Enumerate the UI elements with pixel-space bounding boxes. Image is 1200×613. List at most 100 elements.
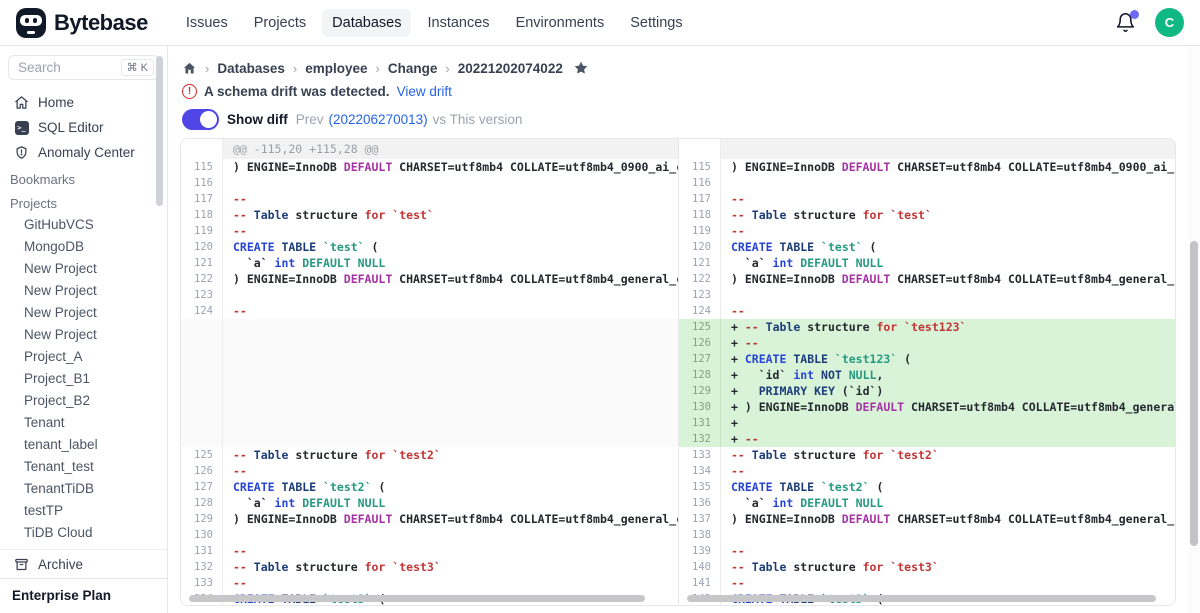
view-drift-link[interactable]: View drift <box>397 84 452 99</box>
line-number: 119 <box>181 223 223 239</box>
sidebar-item-archive[interactable]: Archive <box>8 552 159 577</box>
line-number: 120 <box>181 239 223 255</box>
code-line: -- Table structure for `test3` <box>721 559 1175 575</box>
breadcrumb-item[interactable]: employee <box>305 61 367 76</box>
code-line <box>223 415 678 431</box>
diff-row: @@ -115,20 +115,28 @@ <box>181 139 678 159</box>
sidebar-project-githubvcs[interactable]: GitHubVCS <box>8 213 159 235</box>
code-line <box>223 527 678 543</box>
line-number <box>679 139 721 159</box>
code-line: -- Table structure for `test2` <box>721 447 1175 463</box>
line-number <box>181 335 223 351</box>
show-diff-toggle[interactable] <box>182 109 219 130</box>
code-line <box>721 527 1175 543</box>
sidebar-project-new-project[interactable]: New Project <box>8 301 159 323</box>
sidebar-project-testtp[interactable]: testTP <box>8 499 159 521</box>
line-number: 130 <box>679 399 721 415</box>
sidebar-project-tidb-cloud[interactable]: TiDB Cloud <box>8 521 159 543</box>
line-number: 125 <box>181 447 223 463</box>
diff-row: 120CREATE TABLE `test` ( <box>181 239 678 255</box>
sidebar-item-label: Home <box>38 95 74 110</box>
search-input[interactable]: Search ⌘ K <box>8 55 159 80</box>
code-line: + ) ENGINE=InnoDB DEFAULT CHARSET=utf8mb… <box>721 399 1175 415</box>
notifications-button[interactable] <box>1115 12 1137 34</box>
diff-row: 135CREATE TABLE `test2` ( <box>679 479 1175 495</box>
line-number: 135 <box>679 479 721 495</box>
code-line: -- <box>721 463 1175 479</box>
breadcrumb-item[interactable]: 20221202074022 <box>458 61 563 76</box>
schema-diff-viewer: @@ -115,20 +115,28 @@115) ENGINE=InnoDB … <box>180 138 1176 606</box>
star-icon[interactable] <box>573 60 589 76</box>
sidebar-project-tenant_label[interactable]: tenant_label <box>8 433 159 455</box>
sidebar-project-tenant_test[interactable]: Tenant_test <box>8 455 159 477</box>
code-line <box>223 367 678 383</box>
diff-row <box>181 351 678 367</box>
line-number: 127 <box>679 351 721 367</box>
code-line: CREATE TABLE `test` ( <box>721 239 1175 255</box>
diff-row: 132-- Table structure for `test3` <box>181 559 678 575</box>
diff-row: 134-- <box>679 463 1175 479</box>
sidebar-project-new-project[interactable]: New Project <box>8 279 159 301</box>
sidebar-item-sql-editor[interactable]: >_SQL Editor <box>8 115 159 140</box>
sidebar-scrollbar[interactable] <box>156 56 163 206</box>
prev-label: Prev <box>296 112 324 127</box>
line-number <box>181 431 223 447</box>
sidebar-project-new-project[interactable]: New Project <box>8 257 159 279</box>
diff-row: 133-- Table structure for `test2` <box>679 447 1175 463</box>
line-number: 138 <box>679 527 721 543</box>
breadcrumb-item[interactable]: Change <box>388 61 438 76</box>
nav-item-projects[interactable]: Projects <box>244 9 316 37</box>
nav-item-instances[interactable]: Instances <box>417 9 499 37</box>
line-number: 132 <box>181 559 223 575</box>
sidebar-project-mongodb[interactable]: MongoDB <box>8 235 159 257</box>
diff-row: 138 <box>679 527 1175 543</box>
diff-row: 130 <box>181 527 678 543</box>
line-number: 122 <box>181 271 223 287</box>
line-number: 134 <box>679 463 721 479</box>
sidebar-item-anomaly-center[interactable]: Anomaly Center <box>8 140 159 165</box>
diff-horizontal-scrollbar[interactable] <box>685 595 1169 603</box>
nav-item-environments[interactable]: Environments <box>506 9 615 37</box>
code-line: + -- <box>721 431 1175 447</box>
sidebar-item-home[interactable]: Home <box>8 90 159 115</box>
brand[interactable]: Bytebase <box>16 8 148 38</box>
alert-icon: ! <box>182 84 197 99</box>
line-number: 120 <box>679 239 721 255</box>
breadcrumb-item[interactable]: Databases <box>217 61 285 76</box>
alert-text: A schema drift was detected. <box>204 84 390 99</box>
diff-horizontal-scrollbar[interactable] <box>187 595 672 603</box>
diff-row <box>181 399 678 415</box>
line-number <box>181 399 223 415</box>
sidebar-project-project_b1[interactable]: Project_B1 <box>8 367 159 389</box>
nav-item-settings[interactable]: Settings <box>620 9 692 37</box>
line-number: 118 <box>181 207 223 223</box>
sidebar-project-project_b2[interactable]: Project_B2 <box>8 389 159 411</box>
show-diff-label: Show diff <box>227 112 288 127</box>
code-line <box>223 287 678 303</box>
line-number: 116 <box>679 175 721 191</box>
breadcrumb-home-icon[interactable] <box>182 61 197 76</box>
sidebar-project-project_a[interactable]: Project_A <box>8 345 159 367</box>
nav-item-databases[interactable]: Databases <box>322 9 411 37</box>
code-line <box>223 431 678 447</box>
avatar[interactable]: C <box>1155 8 1184 37</box>
code-line: -- Table structure for `test` <box>721 207 1175 223</box>
diff-row: 128+ `id` int NOT NULL, <box>679 367 1175 383</box>
sidebar-project-tenanttidb[interactable]: TenantTiDB <box>8 477 159 499</box>
sidebar-project-tenant[interactable]: Tenant <box>8 411 159 433</box>
diff-row <box>679 139 1175 159</box>
line-number: 133 <box>181 575 223 591</box>
line-number <box>181 415 223 431</box>
sidebar-nav: Home >_SQL EditorAnomaly Center <box>0 90 167 165</box>
line-number: 131 <box>679 415 721 431</box>
diff-row: 136 `a` int DEFAULT NULL <box>679 495 1175 511</box>
sidebar-project-new-project[interactable]: New Project <box>8 323 159 345</box>
plan-label: Enterprise Plan <box>0 578 167 613</box>
page-scrollbar[interactable] <box>1189 46 1199 613</box>
diff-row <box>181 383 678 399</box>
nav-item-issues[interactable]: Issues <box>176 9 238 37</box>
code-line: `a` int DEFAULT NULL <box>721 255 1175 271</box>
prev-version-link[interactable]: (202206270013) <box>329 112 428 127</box>
diff-row: 139-- <box>679 543 1175 559</box>
code-line <box>223 351 678 367</box>
